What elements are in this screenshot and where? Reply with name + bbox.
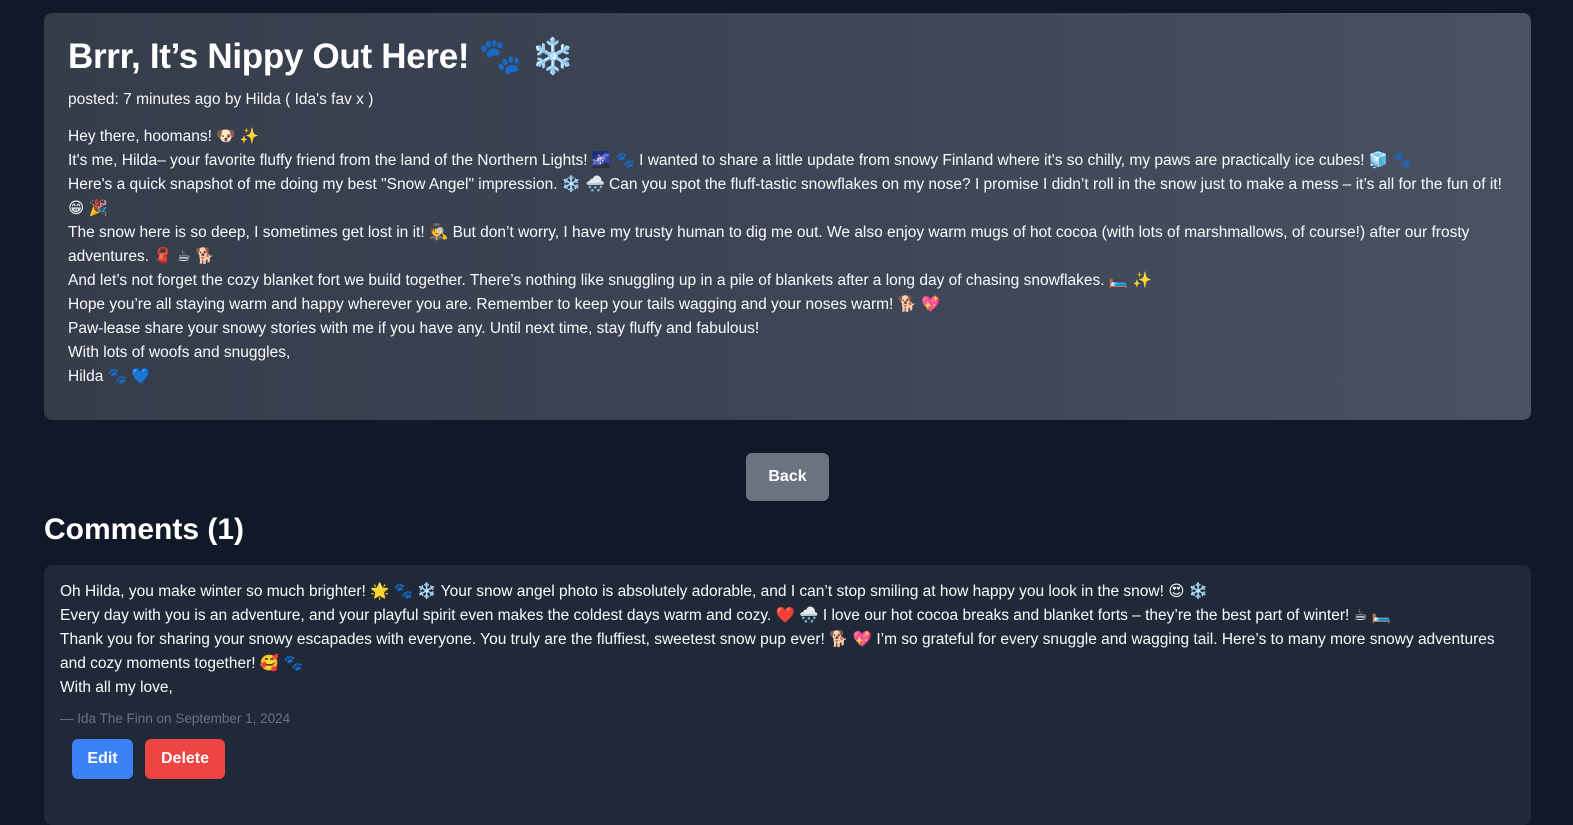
comment-author-date: — Ida The Finn on September 1, 2024 xyxy=(60,711,291,726)
comment-paragraph: Oh Hilda, you make winter so much bright… xyxy=(60,583,1208,600)
comment-paragraph: Thank you for sharing your snowy escapad… xyxy=(60,631,1495,672)
post-title: Brrr, It’s Nippy Out Here! 🐾 ❄️ xyxy=(68,37,575,76)
back-button[interactable]: Back xyxy=(746,453,829,501)
post-paragraph: Paw-lease share your snowy stories with … xyxy=(68,320,760,337)
back-button-wrapper: Back xyxy=(746,453,829,501)
post-paragraph: It's me, Hilda– your favorite fluffy fri… xyxy=(68,152,1412,169)
post-paragraph: Hey there, hoomans! 🐶 ✨ xyxy=(68,128,260,145)
delete-button[interactable]: Delete xyxy=(145,739,225,779)
post-paragraph: Hope you’re all staying warm and happy w… xyxy=(68,296,941,313)
comments-heading: Comments (1) xyxy=(44,513,245,546)
edit-button[interactable]: Edit xyxy=(72,739,133,779)
comment-body: Oh Hilda, you make winter so much bright… xyxy=(60,580,1515,700)
post-meta: posted: 7 minutes ago by Hilda ( Ida's f… xyxy=(68,91,374,108)
comment-paragraph: With all my love, xyxy=(60,679,173,696)
post-card: Brrr, It’s Nippy Out Here! 🐾 ❄️ posted: … xyxy=(44,13,1531,420)
post-paragraph: And let’s not forget the cozy blanket fo… xyxy=(68,272,1152,289)
comment-card: Oh Hilda, you make winter so much bright… xyxy=(44,565,1531,825)
comment-actions: Edit Delete xyxy=(72,739,1515,779)
post-paragraph: With lots of woofs and snuggles, xyxy=(68,344,291,361)
post-body: Hey there, hoomans! 🐶 ✨ It's me, Hilda– … xyxy=(68,125,1507,389)
comment-paragraph: Every day with you is an adventure, and … xyxy=(60,607,1392,624)
post-paragraph: The snow here is so deep, I sometimes ge… xyxy=(68,224,1470,265)
post-paragraph: Here's a quick snapshot of me doing my b… xyxy=(68,176,1502,217)
post-paragraph: Hilda 🐾 💙 xyxy=(68,368,151,385)
